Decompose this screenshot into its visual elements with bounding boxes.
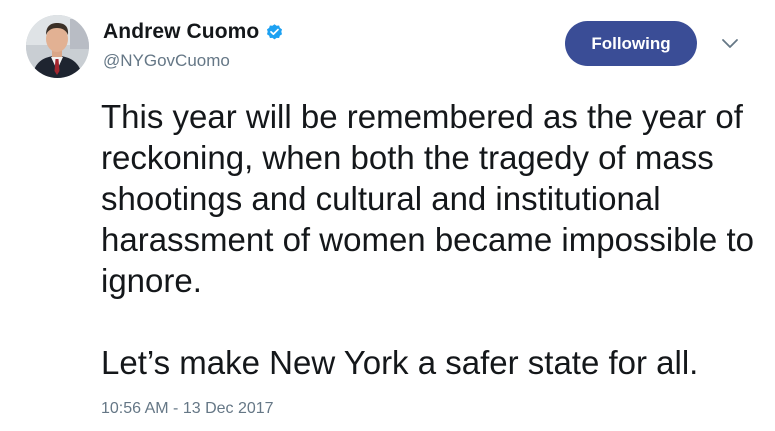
- author-handle[interactable]: @NYGovCuomo: [103, 50, 230, 72]
- chevron-down-icon[interactable]: [720, 36, 740, 52]
- avatar-photo-icon: [26, 15, 89, 78]
- tweet-card: Andrew Cuomo @NYGovCuomo Following This …: [0, 0, 775, 431]
- author-display-name[interactable]: Andrew Cuomo: [103, 19, 259, 45]
- avatar[interactable]: [26, 15, 89, 78]
- verified-badge-icon: [265, 23, 284, 42]
- following-button[interactable]: Following: [565, 21, 697, 66]
- tweet-text-paragraph: Let’s make New York a safer state for al…: [101, 344, 699, 381]
- author-name-row[interactable]: Andrew Cuomo: [103, 19, 284, 45]
- tweet-timestamp[interactable]: 10:56 AM - 13 Dec 2017: [101, 398, 274, 420]
- tweet-text: This year will be remembered as the year…: [101, 96, 761, 383]
- tweet-text-paragraph: This year will be remembered as the year…: [101, 98, 754, 299]
